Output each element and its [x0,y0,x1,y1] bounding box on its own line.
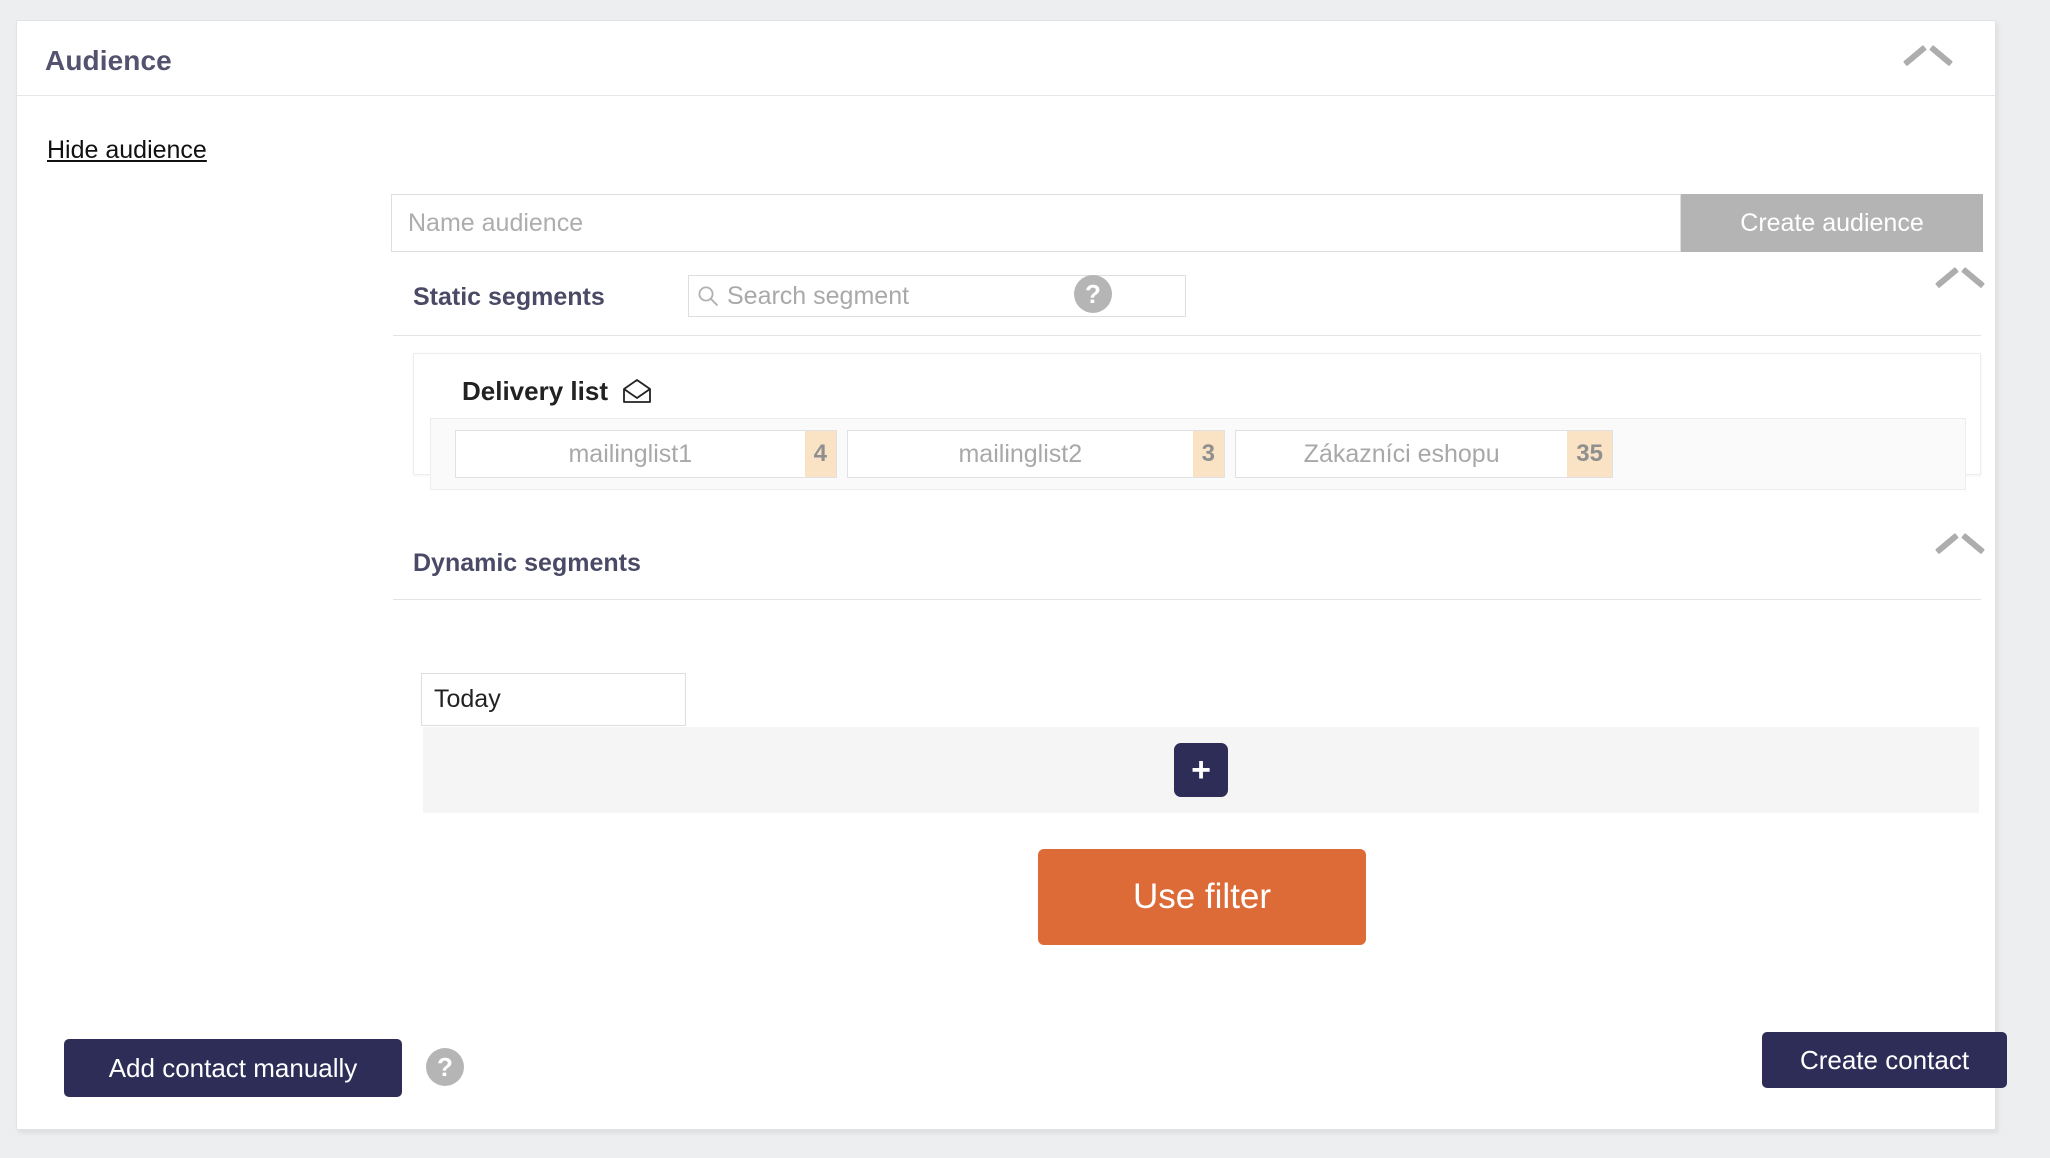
segment-chip-label: mailinglist2 [958,439,1083,468]
segment-chip[interactable]: mailinglist2 3 [847,430,1225,478]
create-audience-button[interactable]: Create audience [1681,194,1983,252]
filter-condition-input[interactable] [421,673,686,726]
dynamic-segments-divider [393,599,1981,600]
static-segments-header: Static segments ? [413,271,1981,333]
plus-icon: + [1191,751,1211,789]
static-segments-divider [393,335,1981,336]
segment-chip[interactable]: Zákazníci eshopu 35 [1235,430,1613,478]
dynamic-segments-header: Dynamic segments [413,537,1981,599]
segment-chip-count: 35 [1567,431,1612,477]
segment-search-input[interactable] [727,281,1185,311]
delivery-list-chips: mailinglist1 4 mailinglist2 3 Zákazníci … [430,418,1966,490]
filter-builder-strip: + [423,727,1979,813]
audience-name-row: Create audience [391,194,1983,252]
segment-chip[interactable]: mailinglist1 4 [455,430,837,478]
static-segments-help-icon[interactable]: ? [1074,275,1112,313]
add-filter-button[interactable]: + [1174,743,1228,797]
open-envelope-icon [623,379,651,403]
add-contact-help-icon[interactable]: ? [426,1048,464,1086]
chevron-up-icon [1905,49,1951,75]
audience-name-input[interactable] [391,194,1681,252]
audience-collapse-toggle[interactable] [1905,49,1951,75]
hide-audience-link[interactable]: Hide audience [47,136,207,165]
static-segments-label: Static segments [413,283,605,311]
segment-chip-label: Zákazníci eshopu [1303,439,1500,468]
delivery-list-title: Delivery list [462,376,652,407]
segment-chip-count: 3 [1192,431,1224,477]
card-header: Audience [17,21,1995,96]
dynamic-segments-label: Dynamic segments [413,549,641,577]
search-icon [689,285,727,307]
chevron-up-icon [1937,537,1983,563]
delivery-list-panel: Delivery list mailinglist1 4 mailinglist… [413,353,1981,490]
segment-chip-count: 4 [804,431,836,477]
audience-card: Audience Hide audience Create audience S… [16,20,2007,1130]
dynamic-segments-collapse-toggle[interactable] [1937,537,1983,563]
page-root: Audience Hide audience Create audience S… [0,0,2050,1158]
chevron-up-icon [1937,271,1983,297]
segment-chip-label: mailinglist1 [568,439,693,468]
add-contact-manually-button[interactable]: Add contact manually [64,1039,402,1097]
use-filter-button[interactable]: Use filter [1038,849,1366,945]
delivery-list-title-text: Delivery list [462,376,608,406]
create-contact-button[interactable]: Create contact [1762,1032,2007,1088]
static-segments-collapse-toggle[interactable] [1937,271,1983,297]
page-title: Audience [45,45,172,76]
